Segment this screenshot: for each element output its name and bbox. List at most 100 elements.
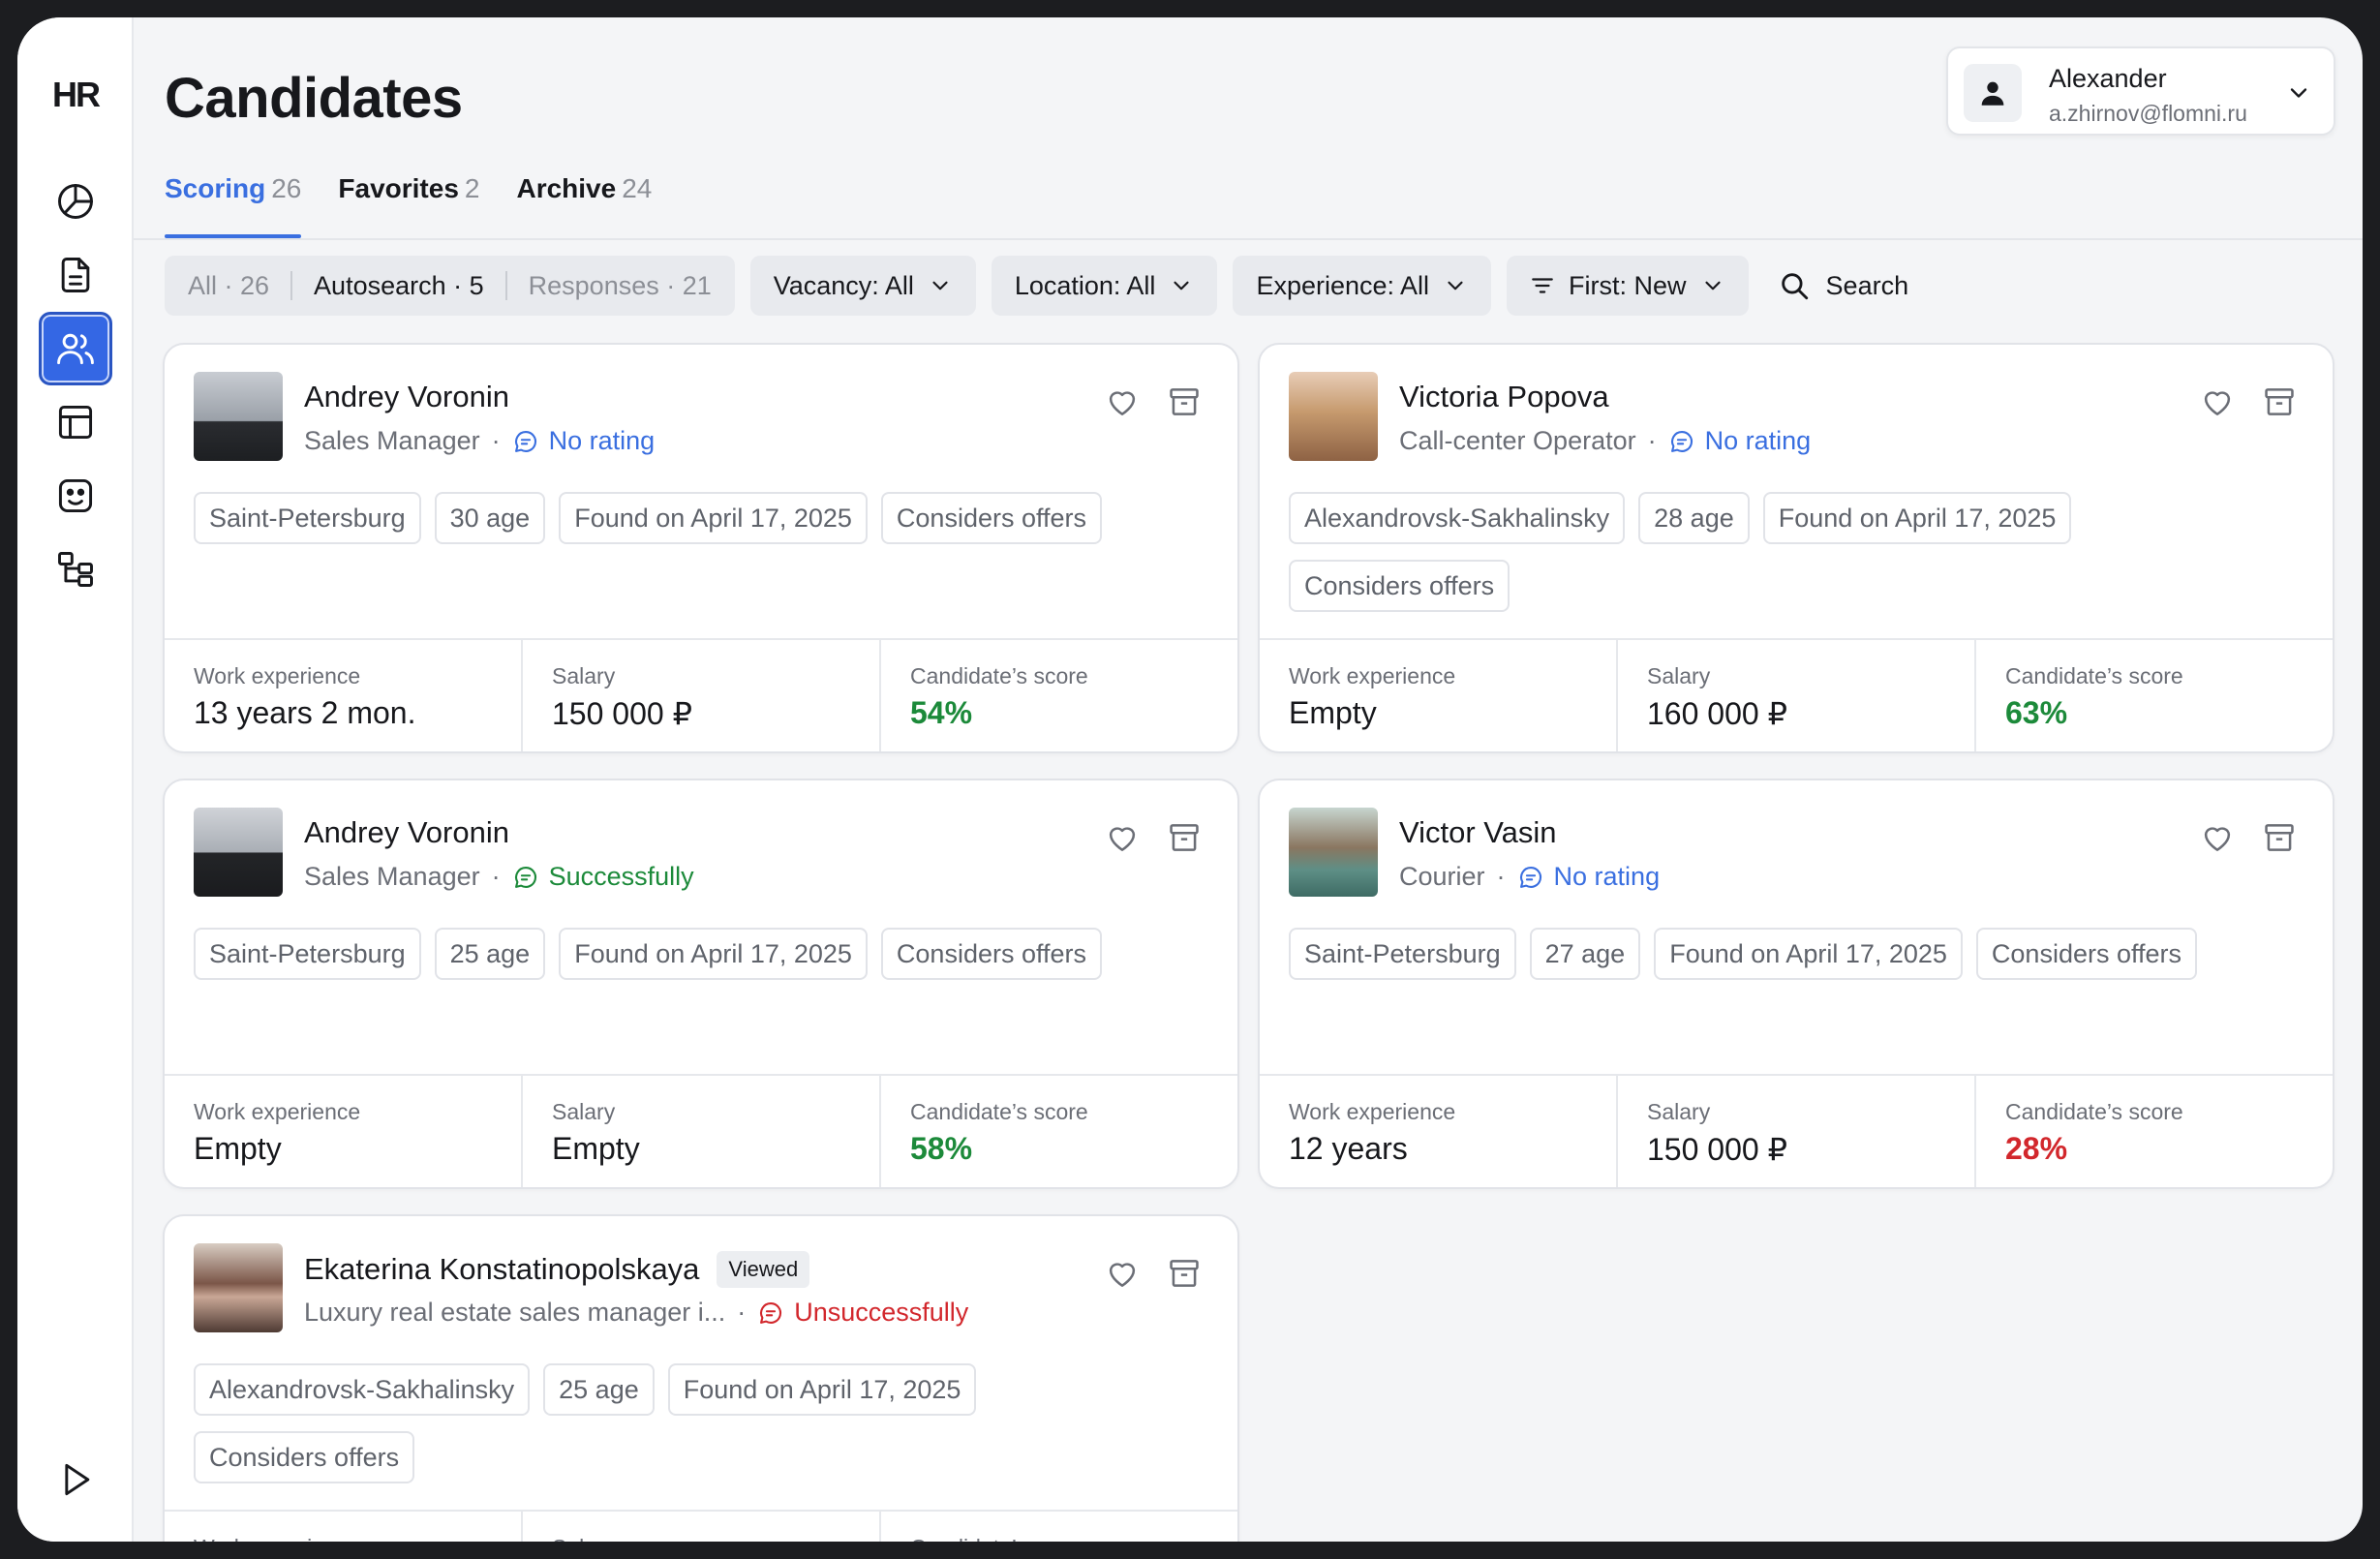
- candidate-card[interactable]: Andrey Voronin Sales Manager · Successfully…: [163, 779, 1239, 1189]
- candidate-photo: [1289, 372, 1378, 461]
- stat-label: Work experience: [1289, 663, 1456, 688]
- candidate-card[interactable]: Andrey Voronin Sales Manager · No rating Sai…: [163, 343, 1239, 753]
- favorite-heart-icon[interactable]: [1104, 819, 1141, 856]
- stat-score: Candidate’s score 54%: [881, 640, 1237, 751]
- favorite-heart-icon[interactable]: [1104, 1255, 1141, 1292]
- stat-score: Candidate’s score 63%: [1976, 640, 2333, 751]
- favorite-heart-icon[interactable]: [2199, 819, 2236, 856]
- stat-value: 150 000 ₽: [552, 696, 692, 731]
- document-icon: [61, 258, 90, 292]
- archive-box-icon[interactable]: [2261, 819, 2298, 856]
- experience-filter[interactable]: Experience: All: [1233, 256, 1492, 316]
- nav-structure[interactable]: [39, 533, 112, 606]
- app-window: HR Candidates Alexander a.zhirnov@flomni…: [17, 17, 2363, 1542]
- stat-salary: Salary 150 000 ₽: [1618, 1076, 1976, 1187]
- sort-dropdown[interactable]: First: New: [1507, 256, 1749, 316]
- archive-box-icon[interactable]: [1166, 1255, 1203, 1292]
- nav-candidates[interactable]: [39, 312, 112, 385]
- candidate-tags: Saint-Petersburg 27 age Found on April 17,…: [1289, 928, 2305, 980]
- location-filter[interactable]: Location: All: [991, 256, 1218, 316]
- org-structure-icon: [58, 552, 93, 587]
- archive-box-icon[interactable]: [2261, 383, 2298, 420]
- score-value: 28%: [2005, 1131, 2068, 1166]
- stat-label: Candidate’s score: [910, 1535, 1237, 1542]
- tab-scoring[interactable]: Scoring 26: [165, 170, 302, 238]
- chevron-down-icon: [2290, 88, 2307, 98]
- city-tag: Saint-Petersburg: [1289, 928, 1516, 980]
- segment-autosearch[interactable]: Autosearch · 5: [292, 271, 505, 301]
- vacancy-filter[interactable]: Vacancy: All: [749, 256, 976, 316]
- candidate-role: Luxury real estate sales manager i...: [304, 1298, 726, 1327]
- candidate-tags: Saint-Petersburg 30 age Found on April 17,…: [194, 492, 1210, 544]
- separator-dot: ·: [737, 1298, 747, 1327]
- nav-play[interactable]: [39, 1443, 112, 1516]
- sidebar: HR: [17, 17, 134, 1542]
- stat-experience: Work experience Empty: [165, 1076, 523, 1187]
- candidate-stats: Work experience Salary Candidate’s score: [165, 1510, 1237, 1542]
- rating-status: Successfully: [512, 862, 694, 892]
- rating-label: No rating: [1704, 426, 1812, 455]
- chevron-down-icon: [1704, 281, 1721, 290]
- found-date-tag: Found on April 17, 2025: [559, 928, 868, 980]
- page-title: Candidates: [165, 67, 463, 130]
- stat-label: Salary: [552, 663, 616, 688]
- archive-box-icon[interactable]: [1166, 819, 1203, 856]
- search-button[interactable]: Search: [1764, 256, 1923, 316]
- chevron-down-icon: [932, 281, 948, 290]
- nav-bot[interactable]: [39, 459, 112, 533]
- search-label: Search: [1825, 270, 1909, 300]
- stat-label: Salary: [1647, 663, 1711, 688]
- stat-value: 150 000 ₽: [1647, 1132, 1787, 1167]
- nav-analytics[interactable]: [39, 165, 112, 238]
- nav-layout[interactable]: [39, 385, 112, 459]
- separator-dot: ·: [491, 862, 501, 891]
- candidate-role: Sales Manager: [304, 426, 480, 455]
- candidate-photo: [194, 1243, 283, 1332]
- candidate-role-row: Sales Manager · Successfully: [304, 862, 694, 892]
- found-date-tag: Found on April 17, 2025: [1762, 492, 2072, 544]
- found-date-tag: Found on April 17, 2025: [667, 1363, 977, 1416]
- age-tag: 28 age: [1638, 492, 1750, 544]
- separator-dot: ·: [491, 426, 501, 455]
- archive-box-icon[interactable]: [1166, 383, 1203, 420]
- favorite-heart-icon[interactable]: [2199, 383, 2236, 420]
- tab-archive[interactable]: Archive 24: [516, 170, 652, 238]
- score-value: 54%: [910, 695, 973, 730]
- age-tag: 25 age: [434, 928, 546, 980]
- nav-documents[interactable]: [39, 238, 112, 312]
- candidate-role-row: Courier · No rating: [1399, 862, 1660, 892]
- candidate-name: Victoria Popova: [1399, 380, 1609, 413]
- candidate-card[interactable]: Victor Vasin Courier · No rating Saint-Peter…: [1258, 779, 2334, 1189]
- tab-label: Favorites: [338, 173, 459, 203]
- separator-dot: ·: [1647, 426, 1657, 455]
- city-tag: Saint-Petersburg: [194, 928, 421, 980]
- candidate-card[interactable]: Victoria Popova Call-center Operator · No r…: [1258, 343, 2334, 753]
- chevron-down-icon: [1174, 281, 1190, 290]
- stat-experience: Work experience Empty: [1260, 640, 1618, 751]
- viewed-badge: Viewed: [717, 1251, 810, 1288]
- rating-status: Unsuccessfully: [757, 1298, 968, 1328]
- segment-responses[interactable]: Responses · 21: [507, 271, 712, 301]
- user-menu[interactable]: Alexander a.zhirnov@flomni.ru: [1946, 46, 2335, 136]
- candidate-name: Victor Vasin: [1399, 815, 1557, 849]
- segment-all[interactable]: All · 26: [188, 271, 290, 301]
- filter-bar: All · 26 Autosearch · 5 Responses · 21 V…: [165, 256, 1922, 316]
- stat-value: 160 000 ₽: [1647, 696, 1787, 731]
- user-email: a.zhirnov@flomni.ru: [2049, 101, 2247, 126]
- offers-tag: Considers offers: [1289, 560, 1510, 612]
- candidate-name-row: Andrey Voronin: [304, 815, 509, 850]
- stat-salary: Salary 160 000 ₽: [1618, 640, 1976, 751]
- separator-dot: ·: [1496, 862, 1506, 891]
- candidate-card[interactable]: Ekaterina Konstatinopolskaya Viewed Luxury…: [163, 1214, 1239, 1542]
- experience-filter-label: Experience: All: [1256, 270, 1430, 300]
- candidate-name: Ekaterina Konstatinopolskaya: [304, 1252, 700, 1286]
- offers-tag: Considers offers: [880, 492, 1103, 544]
- stat-score: Candidate’s score 28%: [1976, 1076, 2333, 1187]
- candidate-photo: [194, 808, 283, 897]
- candidate-role-row: Sales Manager · No rating: [304, 426, 655, 456]
- favorite-heart-icon[interactable]: [1104, 383, 1141, 420]
- chat-icon: [760, 1301, 782, 1324]
- tab-favorites[interactable]: Favorites 2: [338, 170, 479, 238]
- rating-label: Unsuccessfully: [794, 1298, 969, 1327]
- stat-value: Empty: [1289, 695, 1377, 730]
